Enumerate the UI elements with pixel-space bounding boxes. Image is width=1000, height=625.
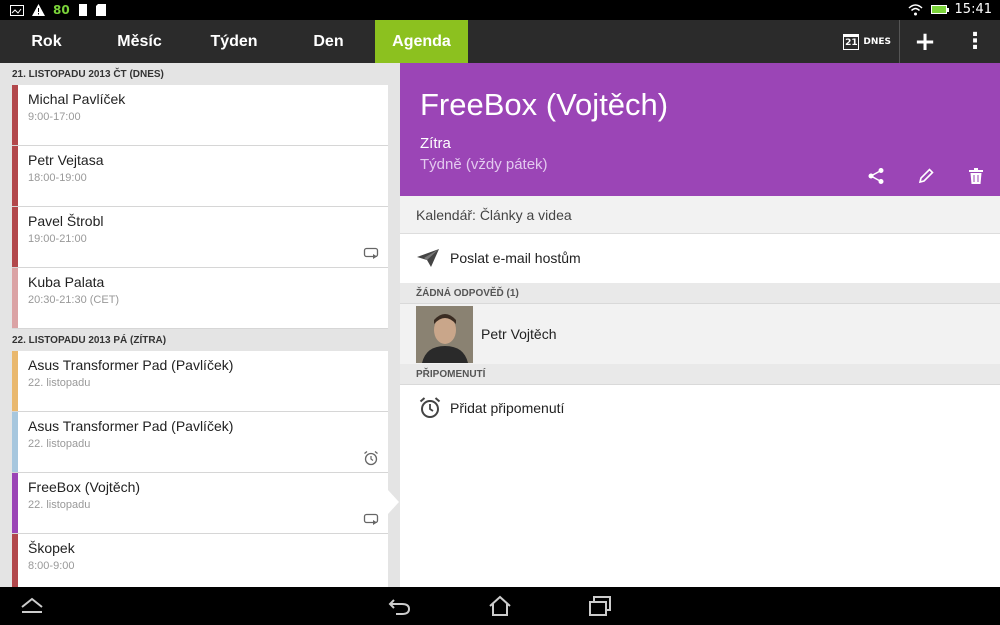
event-time: 9:00-17:00 (28, 111, 81, 123)
edit-button[interactable] (912, 164, 940, 188)
list-item[interactable]: Pavel Štrobl 19:00-21:00 (12, 207, 388, 268)
calendar-color-bar (12, 85, 18, 145)
more-vert-icon: ⋮ (964, 29, 986, 54)
event-time: 19:00-21:00 (28, 233, 87, 245)
email-guests-label: Poslat e-mail hostům (450, 250, 581, 266)
event-detail-when: Zítra (420, 135, 451, 152)
list-item[interactable]: Asus Transformer Pad (Pavlíček) 22. list… (12, 351, 388, 412)
event-detail-repeat: Týdně (vždy pátek) (420, 156, 548, 173)
calendar-today-icon: 21 (843, 33, 860, 50)
list-item[interactable]: Kuba Palata 20:30-21:30 (CET) (12, 268, 388, 329)
send-icon (417, 249, 439, 267)
event-title: Petr Vejtasa (28, 152, 104, 168)
repeat-icon (363, 513, 379, 525)
pencil-icon (918, 168, 934, 184)
event-title: Pavel Štrobl (28, 213, 104, 229)
avatar (416, 305, 473, 363)
tab-year[interactable]: Rok (0, 20, 93, 63)
event-time: 8:00-9:00 (28, 560, 75, 572)
warning-icon (32, 4, 45, 16)
back-icon[interactable] (388, 595, 412, 617)
email-guests-button[interactable]: Poslat e-mail hostům (400, 234, 1000, 282)
home-icon[interactable] (488, 595, 512, 617)
list-item[interactable]: Škopek 8:00-9:00 (12, 534, 388, 587)
list-item[interactable]: Michal Pavlíček 9:00-17:00 (12, 85, 388, 146)
tab-day[interactable]: Den (282, 20, 375, 63)
event-detail-title: FreeBox (Vojtěch) (420, 87, 669, 122)
action-bar: Rok Měsíc Týden Den Agenda 21 DNES + ⋮ (0, 20, 1000, 63)
list-item[interactable]: Petr Vejtasa 18:00-19:00 (12, 146, 388, 207)
no-reply-section-header: ŽÁDNÁ ODPOVĚĎ (1) (400, 283, 1000, 304)
calendar-color-bar (12, 412, 18, 472)
hide-keyboard-icon[interactable] (20, 595, 44, 617)
calendar-color-bar (12, 534, 18, 587)
event-time: 18:00-19:00 (28, 172, 87, 184)
event-title: Asus Transformer Pad (Pavlíček) (28, 357, 234, 373)
calendar-color-bar (12, 146, 18, 206)
wifi-icon (908, 3, 923, 15)
system-nav-bar (0, 587, 1000, 625)
day-header: 22. LISTOPADU 2013 PÁ (ZÍTRA) (0, 329, 400, 351)
view-tabs: Rok Měsíc Týden Den Agenda (0, 20, 468, 63)
event-title: Škopek (28, 540, 75, 556)
overflow-menu-button[interactable]: ⋮ (950, 20, 1000, 63)
agenda-list[interactable]: 21. LISTOPADU 2013 ČT (DNES) Michal Pavl… (0, 63, 400, 587)
status-bar: 80 15:41 (0, 0, 1000, 20)
image-notification-icon (10, 4, 24, 16)
share-button[interactable] (862, 164, 890, 188)
trash-icon (969, 168, 983, 184)
usb-icon (78, 4, 87, 16)
list-item[interactable]: FreeBox (Vojtěch) 22. listopadu (12, 473, 388, 534)
event-title: FreeBox (Vojtěch) (28, 479, 141, 495)
calendar-color-bar (12, 268, 18, 328)
clock: 15:41 (954, 2, 992, 17)
add-reminder-button[interactable]: Přidat připomenutí (400, 385, 1000, 431)
alarm-icon (419, 397, 441, 418)
event-time: 20:30-21:30 (CET) (28, 294, 120, 306)
repeat-icon (363, 247, 379, 259)
sd-card-icon (95, 4, 106, 16)
add-event-button[interactable]: + (900, 20, 950, 63)
share-icon (868, 168, 884, 184)
tab-month[interactable]: Měsíc (93, 20, 186, 63)
day-header: 21. LISTOPADU 2013 ČT (DNES) (0, 63, 400, 85)
event-title: Kuba Palata (28, 274, 105, 290)
event-title: Michal Pavlíček (28, 91, 126, 107)
event-header: FreeBox (Vojtěch) Zítra Týdně (vždy páte… (400, 63, 1000, 196)
event-detail-pane: FreeBox (Vojtěch) Zítra Týdně (vždy páte… (400, 63, 1000, 587)
today-label: DNES (863, 36, 891, 47)
today-button[interactable]: 21 DNES (831, 20, 900, 63)
battery-level-text: 80 (53, 3, 70, 17)
guest-name: Petr Vojtěch (481, 326, 557, 342)
event-title: Asus Transformer Pad (Pavlíček) (28, 418, 234, 434)
calendar-color-bar (12, 351, 18, 411)
list-item[interactable]: Asus Transformer Pad (Pavlíček) 22. list… (12, 412, 388, 473)
calendar-color-bar (12, 207, 18, 267)
recent-apps-icon[interactable] (588, 595, 612, 617)
battery-icon (930, 5, 949, 14)
plus-icon: + (914, 26, 936, 57)
event-time: 22. listopadu (28, 499, 91, 511)
alarm-icon (364, 450, 378, 466)
add-reminder-label: Přidat připomenutí (450, 400, 565, 416)
event-time: 22. listopadu (28, 377, 91, 389)
selected-item-pointer (388, 490, 399, 514)
delete-button[interactable] (962, 164, 990, 188)
tab-agenda[interactable]: Agenda (375, 20, 468, 63)
event-time: 22. listopadu (28, 438, 91, 450)
tab-week[interactable]: Týden (186, 20, 282, 63)
guest-item[interactable]: Petr Vojtěch (400, 304, 1000, 364)
calendar-name: Kalendář: Články a videa (400, 196, 1000, 234)
calendar-color-bar (12, 473, 18, 533)
reminders-section-header: PŘIPOMENUTÍ (400, 364, 1000, 385)
